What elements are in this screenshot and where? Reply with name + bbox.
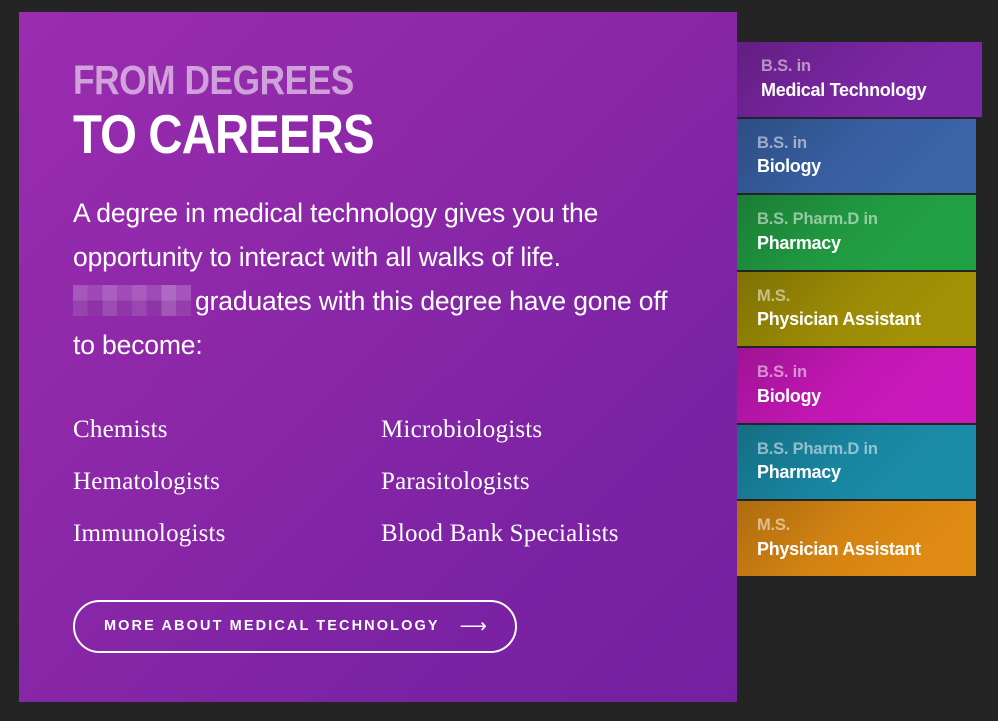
hero-panel: FROM DEGREES TO CAREERS A degree in medi… bbox=[19, 12, 737, 702]
hero-description-part-one: A degree in medical technology gives you… bbox=[73, 197, 599, 272]
hero-kicker: FROM DEGREES bbox=[73, 57, 354, 103]
degree-card-prefix: B.S. in bbox=[757, 363, 807, 382]
page-root: FROM DEGREES TO CAREERS A degree in medi… bbox=[0, 0, 998, 721]
career-item: Blood Bank Specialists bbox=[381, 519, 619, 547]
career-item: Chemists bbox=[73, 415, 168, 443]
degree-card-physician-assistant-2[interactable]: M.S. Physician Assistant bbox=[737, 501, 976, 576]
degree-card-title: Pharmacy bbox=[757, 232, 841, 253]
degree-card-prefix: B.S. Pharm.D in bbox=[757, 210, 878, 229]
degree-card-title: Physician Assistant bbox=[757, 309, 921, 330]
career-item: Immunologists bbox=[73, 519, 226, 547]
career-item: Parasitologists bbox=[381, 467, 530, 495]
degree-card-medical-technology[interactable]: B.S. in Medical Technology bbox=[737, 42, 982, 117]
degree-card-title: Physician Assistant bbox=[757, 538, 921, 559]
hero-description: A degree in medical technology gives you… bbox=[73, 192, 673, 368]
degree-card-physician-assistant-1[interactable]: M.S. Physician Assistant bbox=[737, 271, 976, 347]
degree-card-biology-1[interactable]: B.S. in Biology bbox=[737, 118, 976, 194]
redacted-text-block: [redacted] bbox=[73, 284, 191, 316]
degree-card-pharmacy-2[interactable]: B.S. Pharm.D in Pharmacy bbox=[737, 424, 976, 500]
degree-card-prefix: M.S. bbox=[757, 516, 791, 535]
degree-card-title: Biology bbox=[757, 156, 821, 177]
degree-card-prefix: M.S. bbox=[757, 286, 791, 305]
hero-content: FROM DEGREES TO CAREERS A degree in medi… bbox=[19, 12, 737, 653]
degree-card-title: Biology bbox=[757, 385, 821, 406]
cta-label: MORE ABOUT MEDICAL TECHNOLOGY bbox=[104, 618, 440, 635]
degree-card-title: Pharmacy bbox=[757, 462, 841, 483]
degree-card-prefix: B.S. in bbox=[757, 133, 807, 152]
degree-card-rail: B.S. in Medical Technology B.S. in Biolo… bbox=[737, 42, 982, 576]
career-list: Chemists Microbiologists Hematologists P… bbox=[73, 416, 683, 548]
degree-card-prefix: B.S. in bbox=[761, 57, 811, 75]
career-item: Hematologists bbox=[73, 467, 221, 495]
degree-card-pharmacy-1[interactable]: B.S. Pharm.D in Pharmacy bbox=[737, 195, 976, 270]
degree-card-prefix: B.S. Pharm.D in bbox=[757, 439, 878, 458]
degree-card-biology-2[interactable]: B.S. in Biology bbox=[737, 348, 976, 423]
page-title: TO CAREERS bbox=[73, 102, 375, 165]
degree-card-title: Medical Technology bbox=[761, 79, 927, 100]
arrow-right-icon: ⟶ bbox=[459, 615, 489, 637]
career-item: Microbiologists bbox=[381, 415, 543, 443]
more-about-medical-technology-button[interactable]: MORE ABOUT MEDICAL TECHNOLOGY ⟶ bbox=[73, 599, 517, 653]
